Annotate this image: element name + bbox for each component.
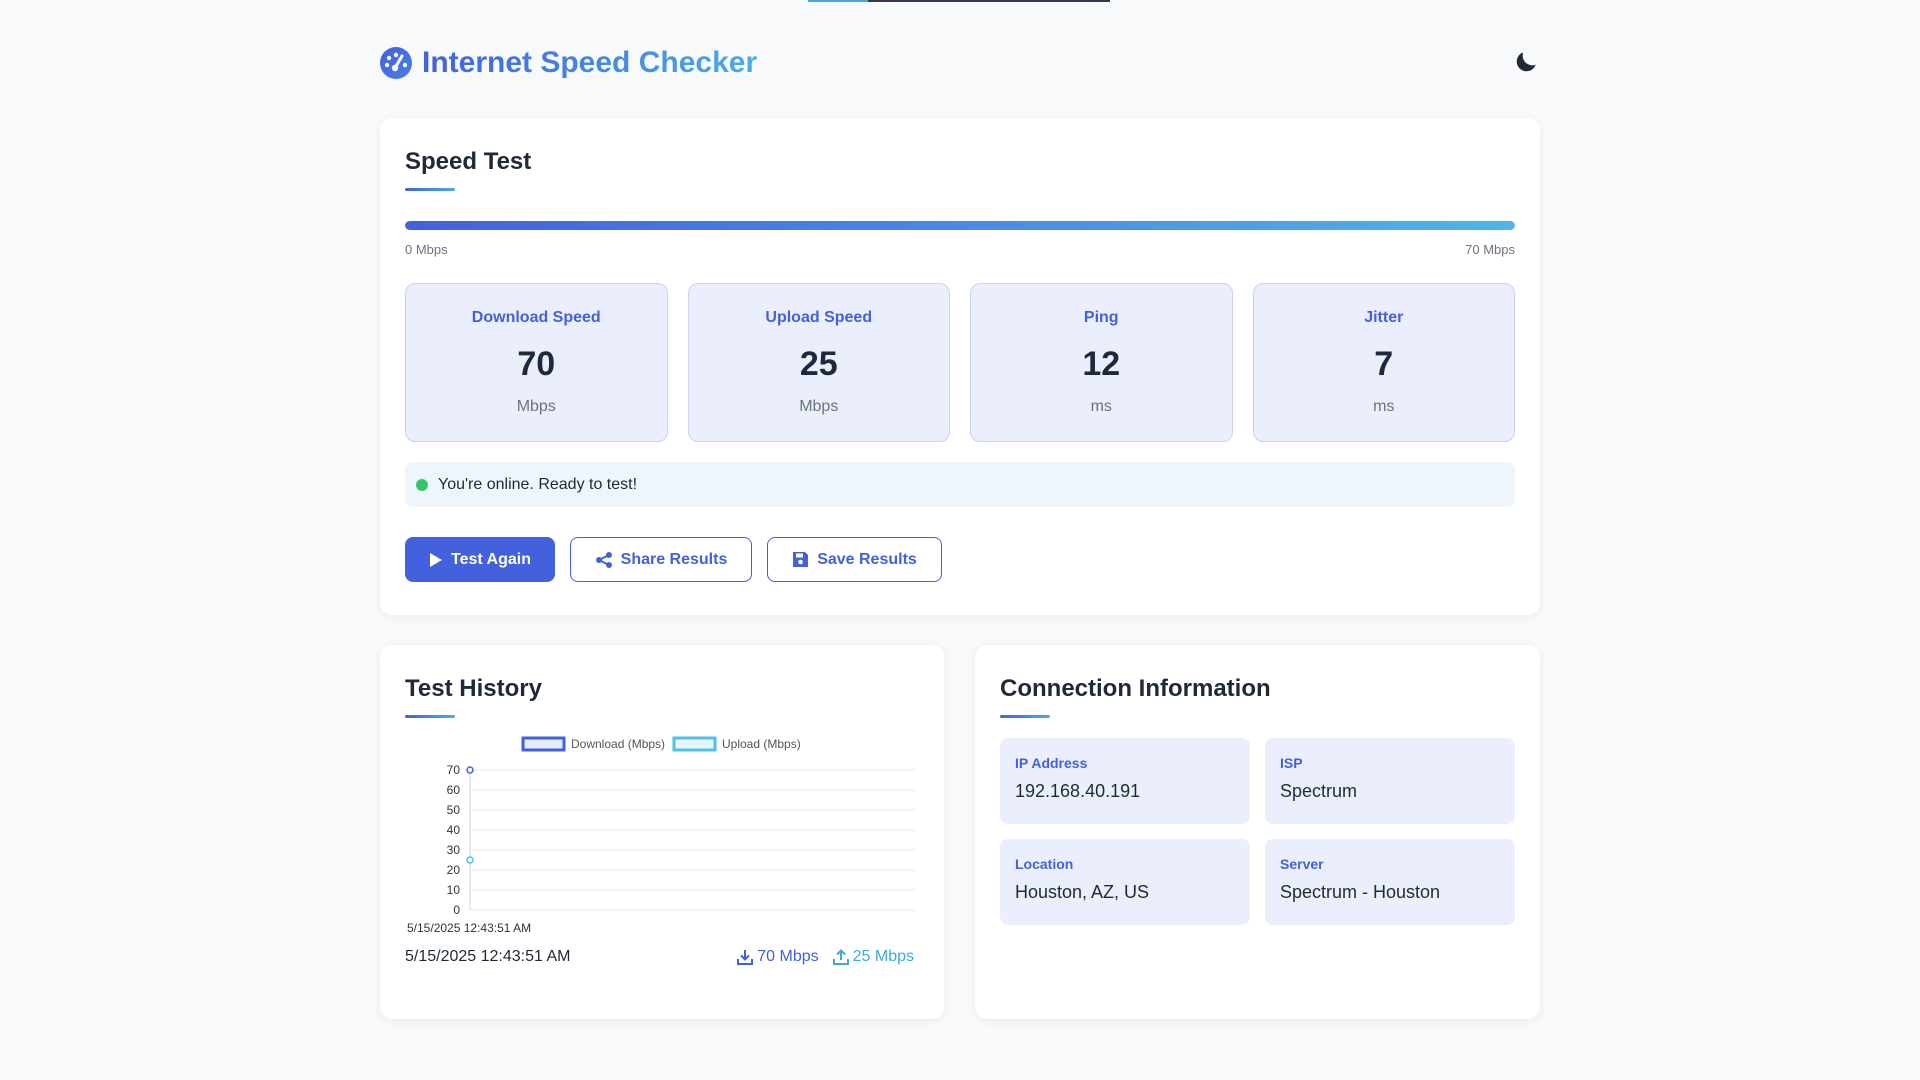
moon-icon[interactable] (1514, 48, 1540, 74)
connection-info-title: Connection Information (1000, 675, 1271, 702)
history-chart-svg: Download (Mbps) Upload (Mbps) 0 10 20 30 40 50 6… (407, 736, 915, 934)
share-results-label: Share Results (620, 550, 728, 568)
metric-label: Jitter (1364, 309, 1404, 326)
test-history-title: Test History (405, 675, 542, 702)
info-value: Spectrum (1280, 781, 1358, 801)
metric-unit: ms (1373, 398, 1395, 415)
y-tick-label: 0 (453, 903, 460, 917)
history-entry-speeds: 70 Mbps 25 Mbps (737, 948, 914, 966)
y-tick-label: 10 (447, 883, 461, 897)
info-ip-address: IP Address 192.168.40.191 (1000, 738, 1250, 824)
metric-value: 25 (799, 345, 838, 383)
save-results-label: Save Results (817, 550, 917, 568)
history-entry-date: 5/15/2025 12:43:51 AM (405, 948, 571, 965)
gauge-min-label: 0 Mbps (405, 242, 448, 257)
x-tick-label: 5/15/2025 12:43:51 AM (407, 921, 531, 934)
title-underline (1000, 715, 1050, 718)
connection-status: You're online. Ready to test! (405, 462, 1515, 507)
metric-upload: Upload Speed 25 Mbps (687, 283, 950, 442)
metric-unit: Mbps (799, 398, 839, 415)
save-results-button[interactable]: Save Results (767, 537, 942, 582)
title-underline (405, 188, 455, 191)
upload-icon (832, 949, 849, 965)
data-point (466, 766, 474, 774)
test-again-label: Test Again (450, 550, 531, 568)
speed-test-card: Speed Test 0 Mbps 70 Mbps Download Speed… (380, 118, 1540, 615)
share-results-button[interactable]: Share Results (570, 537, 752, 582)
info-server: Server Spectrum - Houston (1265, 839, 1515, 925)
metric-unit: ms (1090, 398, 1112, 415)
data-point (466, 856, 474, 864)
history-upload: 25 Mbps (832, 948, 914, 966)
info-isp: ISP Spectrum (1265, 738, 1515, 824)
legend-swatch (521, 736, 566, 752)
app-logo[interactable]: Internet Speed Checker (380, 46, 757, 80)
info-label: IP Address (1015, 755, 1088, 771)
gauge-max-label: 70 Mbps (1465, 242, 1515, 257)
test-again-button[interactable]: Test Again (405, 537, 555, 582)
info-value: 192.168.40.191 (1015, 781, 1141, 801)
test-history-card: Test History Download (Mbps) Upload (Mbps… (380, 645, 944, 1019)
status-dot-icon (416, 478, 428, 491)
share-icon (595, 551, 612, 568)
connection-info-card: Connection Information IP Address 192.16… (975, 645, 1540, 1019)
y-tick-label: 20 (447, 863, 461, 877)
metric-label: Download Speed (471, 309, 601, 326)
metric-label: Ping (1083, 309, 1119, 326)
app-title: Internet Speed Checker (422, 46, 758, 79)
speed-gauge-labels: 0 Mbps 70 Mbps (405, 242, 1515, 257)
connection-info-grid: IP Address 192.168.40.191 ISP Spectrum L… (1000, 738, 1515, 925)
metric-unit: Mbps (516, 398, 556, 415)
metric-value: 70 (517, 345, 556, 383)
history-download: 70 Mbps (737, 948, 819, 966)
metric-jitter: Jitter 7 ms (1252, 283, 1515, 442)
speedometer-icon (380, 47, 412, 79)
y-tick-label: 30 (447, 843, 461, 857)
floppy-disk-icon (793, 552, 809, 567)
metric-value: 7 (1374, 345, 1394, 383)
status-text: You're online. Ready to test! (438, 475, 638, 493)
y-tick-label: 60 (447, 783, 461, 797)
y-tick-label: 40 (447, 823, 461, 837)
legend-swatch (672, 736, 717, 752)
y-tick-label: 50 (447, 803, 461, 817)
metrics-row: Download Speed 70 Mbps Upload Speed 25 M… (405, 283, 1515, 442)
info-label: Server (1280, 856, 1324, 872)
info-location: Location Houston, AZ, US (1000, 839, 1250, 925)
history-upload-value: 25 Mbps (852, 948, 914, 965)
info-value: Houston, AZ, US (1015, 882, 1150, 902)
speed-gauge-track (405, 221, 1515, 230)
metric-download: Download Speed 70 Mbps (405, 283, 668, 442)
metric-label: Upload Speed (765, 309, 873, 326)
metric-ping: Ping 12 ms (970, 283, 1233, 442)
download-icon (737, 950, 754, 965)
y-tick-label: 70 (447, 763, 461, 777)
action-buttons: Test Again Share Results Save Results (405, 537, 1515, 582)
info-label: Location (1015, 856, 1074, 872)
legend-label: Download (Mbps) (571, 737, 665, 751)
title-underline (405, 715, 455, 718)
play-icon (429, 552, 442, 567)
app-header: Internet Speed Checker (380, 0, 1540, 118)
history-download-value: 70 Mbps (757, 948, 819, 965)
speed-test-title: Speed Test (405, 148, 532, 175)
legend-label: Upload (Mbps) (722, 737, 801, 751)
history-entry: 5/15/2025 12:43:51 AM 70 Mbps 25 Mbps (405, 948, 919, 966)
info-value: Spectrum - Houston (1280, 882, 1441, 902)
info-label: ISP (1280, 755, 1303, 771)
history-chart: Download (Mbps) Upload (Mbps) 0 10 20 30 40 50 6… (405, 734, 919, 934)
app-container: Internet Speed Checker Speed Test 0 Mbps… (380, 0, 1540, 1019)
speed-gauge-fill (405, 221, 1515, 230)
metric-value: 12 (1082, 345, 1121, 383)
